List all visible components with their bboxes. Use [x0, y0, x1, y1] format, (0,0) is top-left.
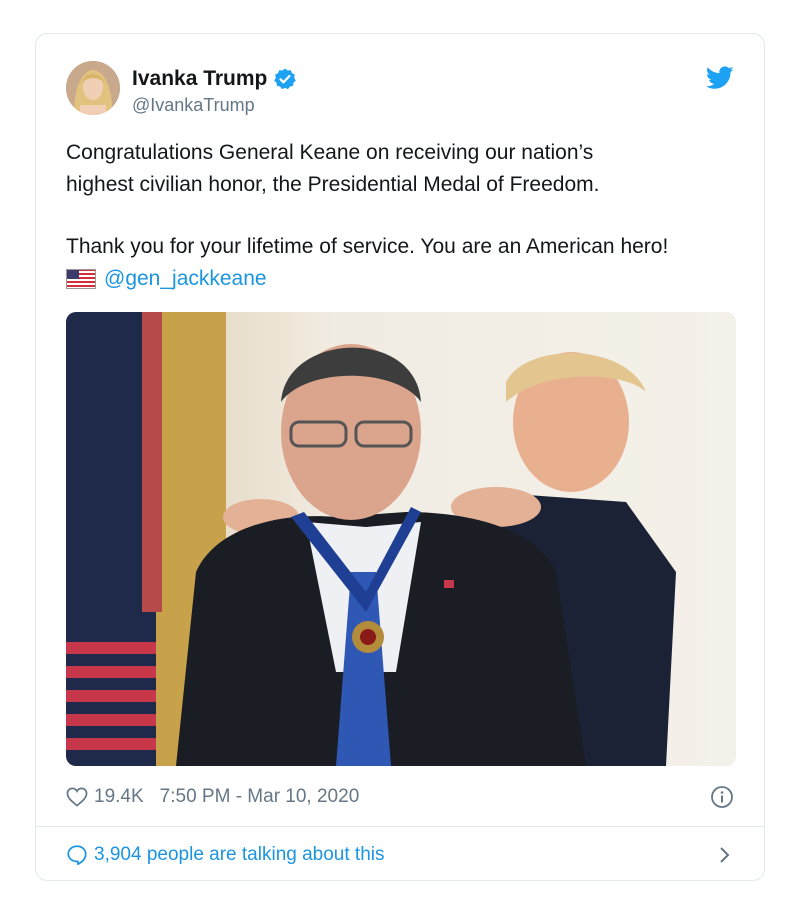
- twitter-bird-icon[interactable]: [706, 66, 734, 90]
- avatar[interactable]: [66, 61, 120, 115]
- tweet-line: Congratulations General Keane on receivi…: [66, 141, 594, 164]
- talking-count[interactable]: 3,904 people are talking about this: [94, 844, 385, 866]
- tweet-photo[interactable]: [66, 312, 736, 766]
- info-icon[interactable]: [710, 785, 734, 809]
- chevron-right-icon[interactable]: [718, 845, 732, 865]
- author-name[interactable]: Ivanka Trump: [132, 66, 267, 92]
- tweet-card[interactable]: Ivanka Trump @IvankaTrump Congratulation…: [35, 33, 765, 881]
- author-handle[interactable]: @IvankaTrump: [132, 94, 297, 116]
- us-flag-icon: [66, 269, 96, 289]
- speech-bubble-icon: [67, 845, 87, 866]
- divider: [36, 826, 764, 827]
- tweet-meta: 19.4K 7:50 PM - Mar 10, 2020: [66, 782, 736, 812]
- photo-illustration: [66, 312, 736, 766]
- tweet-line: Thank you for your lifetime of service. …: [66, 235, 669, 258]
- tweet-text: Congratulations General Keane on receivi…: [66, 137, 746, 295]
- like-count[interactable]: 19.4K: [94, 786, 144, 808]
- conversation-link[interactable]: 3,904 people are talking about this: [66, 840, 736, 870]
- heart-icon[interactable]: [66, 787, 88, 807]
- tweet-line: highest civilian honor, the Presidential…: [66, 173, 600, 196]
- author-block: Ivanka Trump @IvankaTrump: [132, 66, 297, 116]
- timestamp[interactable]: 7:50 PM - Mar 10, 2020: [160, 786, 360, 808]
- mention-link[interactable]: @gen_jackkeane: [104, 263, 267, 295]
- verified-badge-icon: [274, 68, 297, 90]
